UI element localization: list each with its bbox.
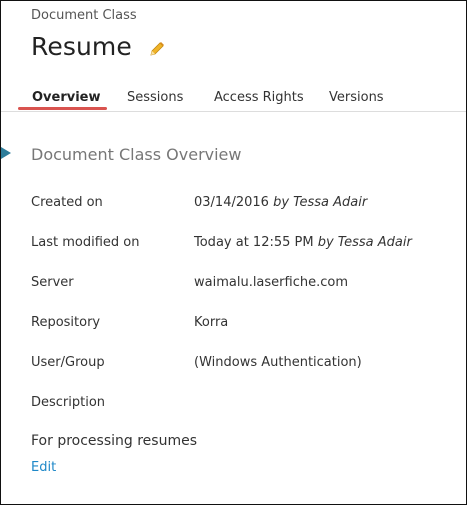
server-label: Server — [31, 275, 74, 290]
server-value: waimalu.laserfiche.com — [194, 275, 348, 290]
created-on-label: Created on — [31, 195, 103, 210]
repository-value: Korra — [194, 315, 229, 330]
section-title: Document Class Overview — [31, 145, 242, 164]
tab-overview[interactable]: Overview — [32, 90, 101, 105]
edit-description-link[interactable]: Edit — [31, 460, 56, 475]
created-on-value: 03/14/2016 by Tessa Adair — [194, 195, 367, 210]
repository-label: Repository — [31, 315, 101, 330]
section-marker-icon — [1, 147, 11, 159]
last-modified-value: Today at 12:55 PM by Tessa Adair — [194, 235, 412, 250]
tab-bar: Overview Sessions Access Rights Versions — [1, 79, 466, 111]
last-modified-label: Last modified on — [31, 235, 140, 250]
user-group-label: User/Group — [31, 355, 105, 370]
modified-by-user: by Tessa Adair — [317, 235, 412, 250]
edit-title-button[interactable] — [148, 40, 166, 58]
description-text: For processing resumes — [31, 433, 197, 449]
last-modified-date: Today at 12:55 PM — [194, 235, 314, 250]
pencil-icon — [150, 42, 164, 56]
description-label: Description — [31, 395, 106, 410]
tab-sessions[interactable]: Sessions — [127, 90, 183, 105]
tab-access-rights[interactable]: Access Rights — [214, 90, 304, 105]
tab-versions[interactable]: Versions — [329, 90, 384, 105]
document-class-panel: Document Class Resume Overview Sessions … — [0, 0, 467, 505]
page-title: Resume — [31, 32, 132, 61]
active-tab-indicator — [18, 107, 107, 110]
user-group-value: (Windows Authentication) — [194, 355, 362, 370]
tabs-divider — [1, 111, 466, 112]
created-by-user: by Tessa Adair — [273, 195, 368, 210]
created-on-date: 03/14/2016 — [194, 195, 269, 210]
breadcrumb: Document Class — [31, 8, 137, 23]
